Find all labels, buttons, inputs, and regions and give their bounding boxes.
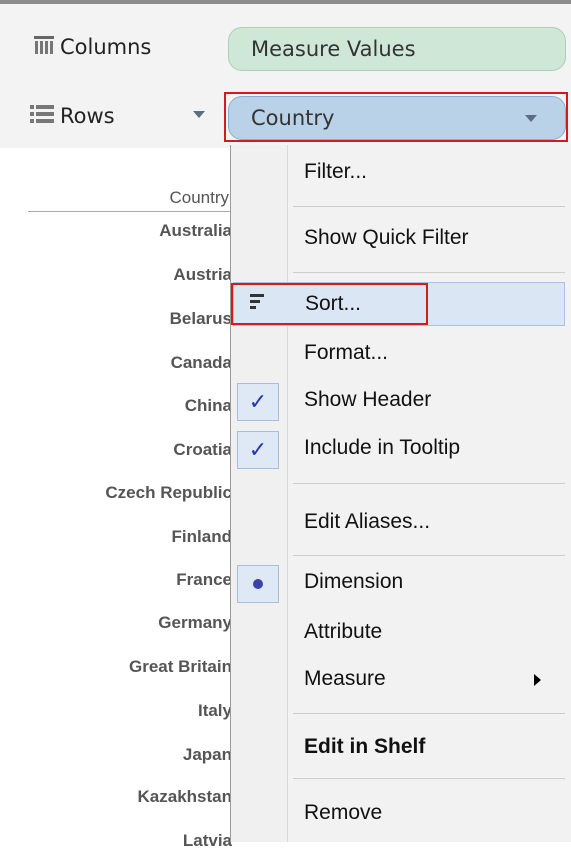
menu-separator — [293, 778, 565, 779]
country-row: Japan — [182, 745, 232, 764]
country-row: Croatia — [173, 440, 232, 459]
country-row: Canada — [170, 353, 232, 372]
menu-item-label: Format... — [304, 341, 389, 364]
menu-item-show-quick-filter[interactable]: Show Quick Filter — [231, 219, 565, 259]
menu-item-include-in-tooltip[interactable]: ✓ Include in Tooltip — [231, 429, 565, 469]
country-row: Czech Republic — [105, 483, 232, 502]
menu-item-label: Attribute — [304, 620, 383, 643]
rows-label-text: Rows — [60, 104, 115, 128]
menu-item-label: Include in Tooltip — [304, 436, 461, 459]
menu-separator — [293, 206, 565, 207]
country-pill-highlight — [224, 92, 568, 142]
columns-shelf-label: Columns — [34, 35, 151, 59]
menu-item-measure[interactable]: Measure — [231, 660, 565, 700]
country-row: France — [176, 570, 232, 589]
context-menu: Filter... Show Quick Filter Sort... Form… — [230, 145, 571, 842]
header-divider — [28, 211, 230, 212]
rows-dropdown-caret-icon[interactable] — [193, 111, 205, 118]
check-icon: ✓ — [237, 431, 279, 469]
menu-item-edit-aliases[interactable]: Edit Aliases... — [231, 503, 565, 543]
country-row: Italy — [197, 701, 232, 720]
menu-item-label: Edit Aliases... — [304, 510, 431, 533]
columns-label-text: Columns — [60, 35, 152, 59]
menu-item-remove[interactable]: Remove — [231, 794, 565, 834]
sort-highlight — [231, 283, 428, 325]
columns-grid-icon — [34, 35, 54, 59]
measure-values-pill[interactable]: Measure Values — [228, 27, 566, 71]
country-row: China — [184, 396, 232, 415]
menu-separator — [293, 483, 565, 484]
country-row: Great Britain — [129, 657, 232, 676]
country-row: Germany — [158, 613, 232, 632]
rows-list-icon — [30, 104, 54, 128]
menu-item-label: Edit in Shelf — [304, 735, 426, 758]
country-row: Austria — [173, 265, 232, 284]
radio-selected-icon — [237, 565, 279, 603]
country-row: Finland — [171, 527, 232, 546]
country-column-header: Country — [169, 188, 229, 207]
rows-shelf-label: Rows — [30, 104, 115, 128]
menu-separator — [293, 713, 565, 714]
menu-item-label: Remove — [304, 801, 383, 824]
country-row: Australia — [159, 221, 232, 240]
menu-item-edit-in-shelf[interactable]: Edit in Shelf — [231, 728, 565, 768]
country-row: Belarus — [169, 309, 232, 328]
menu-separator — [293, 272, 565, 273]
menu-item-label: Dimension — [304, 570, 404, 593]
menu-item-attribute[interactable]: Attribute — [231, 613, 565, 653]
menu-item-filter[interactable]: Filter... — [231, 153, 565, 193]
menu-item-label: Show Quick Filter — [304, 226, 469, 249]
country-row: Kazakhstan — [137, 787, 232, 806]
menu-item-dimension[interactable]: Dimension — [231, 563, 565, 603]
submenu-arrow-icon — [534, 674, 541, 686]
menu-item-label: Show Header — [304, 388, 432, 411]
menu-item-format[interactable]: Format... — [231, 334, 565, 374]
menu-item-label: Filter... — [304, 160, 368, 183]
check-icon: ✓ — [237, 383, 279, 421]
country-row: Latvia — [182, 831, 232, 850]
menu-separator — [293, 555, 565, 556]
menu-item-label: Measure — [304, 667, 386, 690]
menu-item-show-header[interactable]: ✓ Show Header — [231, 381, 565, 421]
